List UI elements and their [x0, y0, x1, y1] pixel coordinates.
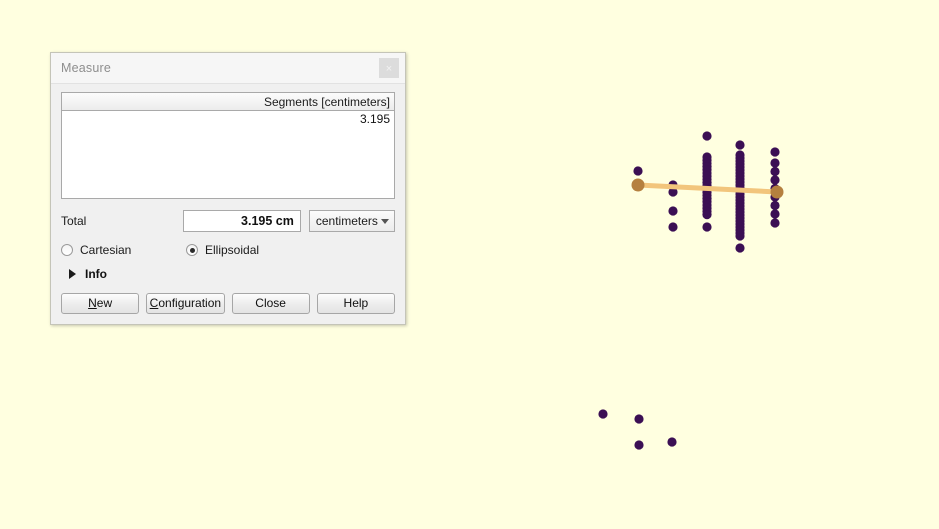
- configuration-button[interactable]: Configuration: [146, 293, 225, 314]
- new-button[interactable]: New: [61, 293, 140, 314]
- data-point: [770, 175, 780, 185]
- data-point: [770, 209, 780, 219]
- info-expander-label: Info: [85, 267, 107, 281]
- measure-mode-group: Cartesian Ellipsoidal: [61, 243, 395, 257]
- unit-select-value: centimeters: [315, 214, 378, 228]
- radio-cartesian-label: Cartesian: [80, 243, 132, 257]
- data-point: [634, 440, 644, 450]
- data-point: [702, 131, 712, 141]
- segments-table[interactable]: Segments [centimeters] 3.195: [61, 92, 395, 199]
- triangle-right-icon: [69, 269, 76, 279]
- info-expander[interactable]: Info: [61, 267, 395, 281]
- measure-node: [631, 178, 645, 192]
- data-point: [770, 147, 780, 157]
- help-button[interactable]: Help: [316, 293, 395, 314]
- total-label: Total: [61, 214, 87, 228]
- close-button[interactable]: Close: [231, 293, 310, 314]
- measure-dialog[interactable]: Measure × Segments [centimeters] 3.195 T…: [50, 52, 406, 325]
- data-point: [770, 218, 780, 228]
- table-row[interactable]: 3.195: [62, 111, 394, 126]
- data-point: [668, 206, 678, 216]
- data-point: [770, 158, 780, 168]
- radio-ellipsoidal-indicator: [186, 244, 198, 256]
- data-point: [598, 409, 608, 419]
- total-row: Total centimeters: [61, 210, 395, 232]
- dialog-button-row: New Configuration Close Help: [61, 293, 395, 314]
- data-point: [735, 231, 745, 241]
- measure-line[interactable]: [635, 182, 780, 195]
- chevron-down-icon: [381, 218, 389, 224]
- data-point: [668, 222, 678, 232]
- data-point: [735, 243, 745, 253]
- data-point: [702, 222, 712, 232]
- radio-cartesian-indicator: [61, 244, 73, 256]
- segments-column-header: Segments [centimeters]: [62, 93, 394, 111]
- radio-ellipsoidal[interactable]: Ellipsoidal: [186, 243, 259, 257]
- data-point: [702, 210, 712, 220]
- total-value-field[interactable]: [182, 210, 301, 232]
- data-point: [634, 414, 644, 424]
- data-point: [770, 166, 780, 177]
- close-icon[interactable]: ×: [379, 58, 399, 78]
- unit-select[interactable]: centimeters: [308, 210, 395, 232]
- radio-cartesian[interactable]: Cartesian: [61, 243, 186, 257]
- data-point: [770, 200, 780, 211]
- measure-node: [770, 185, 784, 199]
- radio-ellipsoidal-label: Ellipsoidal: [205, 243, 260, 257]
- dialog-body: Segments [centimeters] 3.195 Total centi…: [51, 84, 405, 324]
- dialog-titlebar[interactable]: Measure ×: [51, 53, 405, 84]
- data-point: [735, 140, 745, 150]
- data-point: [633, 166, 643, 176]
- data-point: [667, 437, 677, 447]
- dialog-title: Measure: [61, 61, 112, 75]
